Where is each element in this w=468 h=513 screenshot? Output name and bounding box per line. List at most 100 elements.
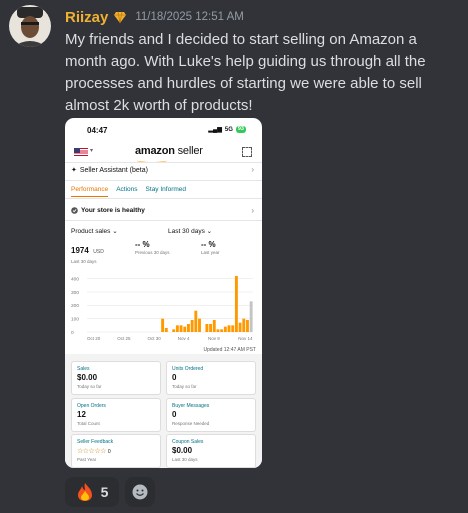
- x-tick-label: Nov 14: [238, 336, 253, 341]
- divider: [65, 198, 262, 199]
- chevron-right-icon[interactable]: ›: [251, 165, 254, 174]
- metric-dropdown-label: Product sales: [71, 228, 111, 235]
- screenshot-attachment[interactable]: 04:47 ▂▄▆ 5G 93 ▾ amazon seller ✦ Seller…: [65, 118, 262, 468]
- chart-bar: [183, 326, 187, 332]
- card-value: 0: [172, 410, 177, 419]
- metric-sub: Last year: [201, 250, 220, 255]
- card-value: 12: [77, 410, 86, 419]
- card-label: Units Ordered: [172, 366, 204, 372]
- chart-bar: [164, 328, 168, 332]
- card-label: Open Orders: [77, 403, 106, 409]
- chart-bar: [205, 324, 209, 332]
- sales-bar-chart: 400 300 200 100 0 Oct 20 Oct 25 Oct 30 Nov 4 Nov …: [71, 276, 253, 341]
- chart-bar: [209, 324, 213, 332]
- signal-icon: ▂▄▆: [208, 127, 222, 133]
- username[interactable]: Riizay: [65, 9, 108, 26]
- reaction-count: 5: [100, 484, 109, 500]
- metric-value: -- %: [201, 240, 216, 249]
- chart-bar: [187, 324, 190, 332]
- star-rating-icon: ☆☆☆☆☆ 0: [77, 448, 111, 455]
- reaction-fire[interactable]: 5: [65, 477, 119, 507]
- chart-bar: [190, 320, 194, 332]
- period-dropdown[interactable]: Last 30 days ⌄: [168, 227, 212, 235]
- add-reaction-button[interactable]: [125, 477, 155, 507]
- chart-bar: [231, 325, 235, 332]
- y-tick-label: 400: [71, 276, 79, 282]
- chart-bar: [194, 310, 198, 332]
- chart-bar: [238, 322, 242, 332]
- card-seller-feedback[interactable]: Seller Feedback ☆☆☆☆☆ 0 Past Year: [71, 434, 161, 468]
- seller-topbar: ▾ amazon seller: [65, 141, 262, 163]
- chart-bar: [172, 329, 176, 332]
- seller-assistant-row[interactable]: ✦ Seller Assistant (beta): [71, 166, 148, 175]
- health-text: Your store is healthy: [81, 207, 145, 214]
- card-buyer-messages[interactable]: Buyer Messages 0 Response Needed: [166, 398, 256, 432]
- metric-previous: -- % Previous 30 days: [135, 240, 170, 255]
- updated-label: Updated 12:47 AM PST: [203, 347, 256, 353]
- metric-dropdown[interactable]: Product sales ⌄: [71, 227, 118, 235]
- divider: [65, 162, 262, 163]
- chart-bar: [234, 276, 238, 332]
- y-tick-label: 200: [71, 303, 79, 309]
- y-tick-label: 300: [71, 290, 79, 296]
- card-label: Coupon Sales: [172, 439, 204, 445]
- amazon-seller-logo: amazon seller: [135, 145, 203, 157]
- x-tick-label: Oct 20: [87, 336, 101, 341]
- gem-badge-icon[interactable]: [113, 10, 127, 24]
- card-sub: Total Count: [77, 421, 100, 426]
- period-dropdown-label: Last 30 days: [168, 228, 205, 235]
- chevron-down-icon: ⌄: [112, 228, 118, 235]
- message-text: My friends and I decided to start sellin…: [65, 31, 426, 114]
- metric-unit: USD: [93, 249, 104, 255]
- chart-bar: [161, 318, 165, 332]
- assistant-label: Seller Assistant (beta): [79, 166, 148, 174]
- x-tick-label: Oct 30: [147, 336, 161, 341]
- y-tick-label: 0: [71, 330, 74, 336]
- store-health[interactable]: Your store is healthy: [71, 207, 145, 214]
- tab-actions[interactable]: Actions: [116, 186, 137, 197]
- card-sales[interactable]: Sales $0.00 Today so far: [71, 361, 161, 395]
- chart-bar: [249, 301, 253, 332]
- card-label: Sales: [77, 366, 90, 372]
- status-time: 04:47: [87, 126, 108, 135]
- chevron-down-icon: ⌄: [206, 228, 213, 235]
- us-flag-icon[interactable]: [74, 148, 88, 156]
- chevron-right-icon[interactable]: ›: [251, 206, 254, 215]
- chevron-down-icon[interactable]: ▾: [90, 147, 93, 154]
- y-tick-label: 100: [71, 316, 79, 322]
- card-value: 0: [107, 449, 111, 455]
- chart-bar: [198, 318, 201, 332]
- tab-stay-informed[interactable]: Stay Informed: [146, 186, 186, 197]
- avatar[interactable]: [9, 5, 51, 47]
- chart-bar: [179, 325, 183, 332]
- battery-icon: 93: [235, 126, 246, 133]
- x-tick-label: Nov 9: [208, 336, 220, 341]
- card-label: Buyer Messages: [172, 403, 210, 409]
- metric-last-year: -- % Last year: [201, 240, 220, 255]
- scan-icon[interactable]: [242, 147, 252, 157]
- card-coupon-sales[interactable]: Coupon Sales $0.00 Last 30 days: [166, 434, 256, 468]
- tab-performance[interactable]: Performance: [71, 186, 109, 197]
- chart-bar: [212, 320, 216, 332]
- status-bar: 04:47 ▂▄▆ 5G 93: [65, 124, 262, 138]
- card-units-ordered[interactable]: Units Ordered 0 Today so far: [166, 361, 256, 395]
- divider: [65, 220, 262, 221]
- x-tick-label: Oct 25: [117, 336, 131, 341]
- chart-bar: [227, 325, 231, 332]
- chart-bar: [216, 329, 220, 332]
- network-label: 5G: [224, 126, 233, 133]
- tab-bar: Performance Actions Stay Informed: [71, 186, 186, 197]
- check-circle-icon: [71, 207, 78, 214]
- card-open-orders[interactable]: Open Orders 12 Total Count: [71, 398, 161, 432]
- card-sub: Past Year: [77, 457, 97, 462]
- metric-value: -- %: [135, 240, 150, 249]
- card-sub: Response Needed: [172, 421, 210, 426]
- metric-sales: 1974 USD Last 30 days: [71, 240, 104, 264]
- divider: [65, 180, 262, 181]
- metric-value: 1974: [71, 246, 89, 255]
- timestamp: 11/18/2025 12:51 AM: [135, 11, 244, 23]
- chart-bar: [242, 318, 246, 332]
- card-label: Seller Feedback: [77, 439, 114, 445]
- card-sub: Today so far: [172, 384, 197, 389]
- metric-sub: Last 30 days: [71, 259, 97, 264]
